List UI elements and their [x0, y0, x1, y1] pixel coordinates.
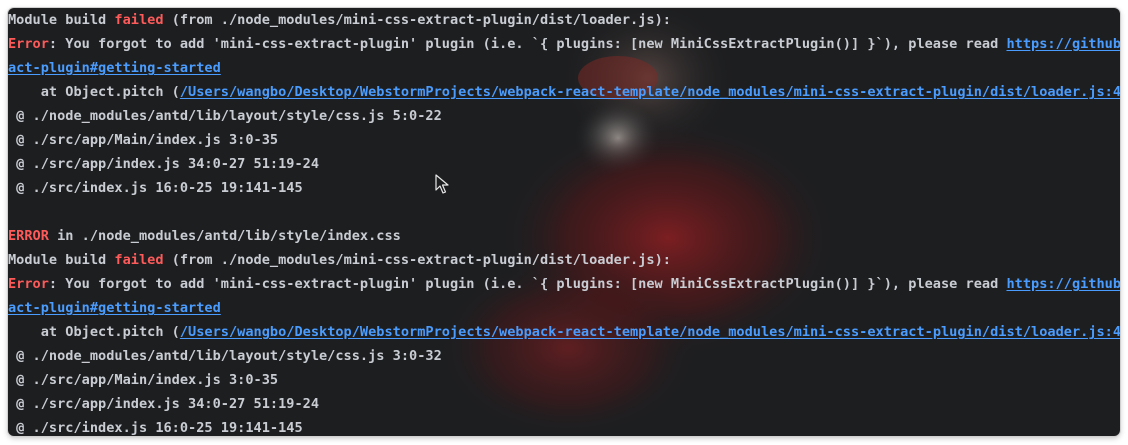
- github-link-continued[interactable]: act-plugin#getting-started: [8, 300, 221, 316]
- log-line: @ ./src/app/Main/index.js 3:0-35: [8, 372, 279, 388]
- github-link[interactable]: https://github.co: [1006, 36, 1120, 52]
- log-line: ERROR in ./node_modules/antd/lib/style/i…: [8, 224, 1120, 248]
- log-line: @ ./src/app/Main/index.js 3:0-35: [8, 132, 279, 148]
- github-link-continued[interactable]: act-plugin#getting-started: [8, 60, 221, 76]
- terminal-window: Module build failed (from ./node_modules…: [8, 8, 1120, 436]
- log-line: @ ./src/index.js 16:0-25 19:141-145: [8, 420, 303, 436]
- error-label: Error: [8, 36, 49, 52]
- log-line: Module build failed (from ./node_modules…: [8, 248, 1120, 272]
- log-text: in ./node_modules/antd/lib/style/index.c…: [48, 228, 401, 244]
- log-line: at Object.pitch (/Users/wangbo/Desktop/W…: [8, 320, 1120, 344]
- log-line: @ ./src/app/index.js 34:0-27 51:19-24: [8, 396, 319, 412]
- log-line: Error: You forgot to add 'mini-css-extra…: [8, 272, 1120, 296]
- error-label: ERROR: [8, 228, 49, 244]
- mouse-pointer-icon: [435, 174, 449, 194]
- log-text: (from ./node_modules/mini-css-extract-pl…: [163, 252, 671, 268]
- log-line: @ ./src/app/index.js 34:0-27 51:19-24: [8, 156, 319, 172]
- terminal-output: Module build failed (from ./node_modules…: [8, 8, 1120, 436]
- log-text: (from ./node_modules/mini-css-extract-pl…: [163, 12, 671, 28]
- github-link[interactable]: https://github.co: [1006, 276, 1120, 292]
- log-text: at Object.pitch (: [8, 84, 180, 100]
- log-line: act-plugin#getting-started: [8, 56, 1120, 80]
- log-text: Module build: [8, 252, 115, 268]
- log-line: @ ./node_modules/antd/lib/layout/style/c…: [8, 348, 442, 364]
- file-path-link[interactable]: /Users/wangbo/Desktop/WebstormProjects/w…: [180, 84, 1120, 100]
- log-text: : You forgot to add 'mini-css-extract-pl…: [48, 276, 1007, 292]
- log-text: at Object.pitch (: [8, 324, 180, 340]
- log-line: Error: You forgot to add 'mini-css-extra…: [8, 32, 1120, 56]
- log-line: act-plugin#getting-started: [8, 296, 1120, 320]
- log-text: : You forgot to add 'mini-css-extract-pl…: [48, 36, 1007, 52]
- failed-status: failed: [114, 12, 164, 28]
- log-line: at Object.pitch (/Users/wangbo/Desktop/W…: [8, 80, 1120, 104]
- file-path-link[interactable]: /Users/wangbo/Desktop/WebstormProjects/w…: [180, 324, 1120, 340]
- log-line: Module build failed (from ./node_modules…: [8, 8, 1120, 32]
- log-line: @ ./node_modules/antd/lib/layout/style/c…: [8, 108, 442, 124]
- log-text: Module build: [8, 12, 115, 28]
- failed-status: failed: [114, 252, 164, 268]
- error-label: Error: [8, 276, 49, 292]
- log-line: @ ./src/index.js 16:0-25 19:141-145: [8, 180, 303, 196]
